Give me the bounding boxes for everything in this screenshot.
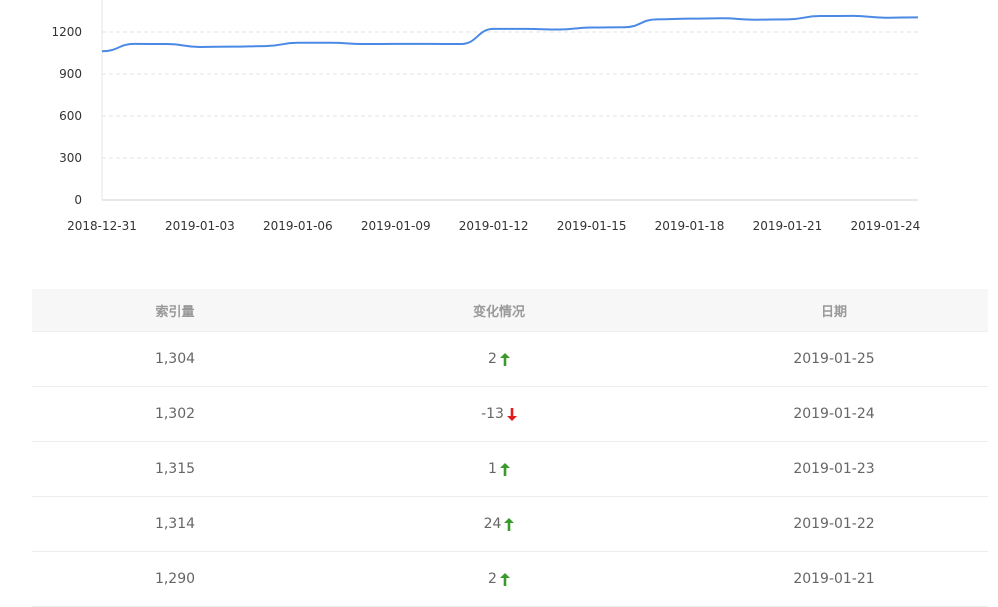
x-tick-label: 2019-01-24 xyxy=(850,219,920,233)
x-tick-label: 2019-01-21 xyxy=(753,219,823,233)
table-row: 1,314 24 2019-01-22 xyxy=(32,496,988,552)
x-tick-label: 2019-01-03 xyxy=(165,219,235,233)
x-tick-label: 2019-01-06 xyxy=(263,219,333,233)
y-tick-label: 900 xyxy=(59,67,82,81)
index-count-cell: 1,302 xyxy=(32,386,318,442)
change-cell: 24 xyxy=(318,496,680,552)
y-tick-label: 1200 xyxy=(51,25,82,39)
date-cell: 2019-01-22 xyxy=(680,496,988,552)
table-row: 1,304 2 2019-01-25 xyxy=(32,331,988,387)
table-header-row: 索引量 变化情况 日期 xyxy=(32,289,988,332)
index-count-cell: 1,290 xyxy=(32,551,318,607)
table-row: 1,302 -13 2019-01-24 xyxy=(32,386,988,442)
date-cell: 2019-01-24 xyxy=(680,386,988,442)
index-count-cell: 1,304 xyxy=(32,331,318,387)
table-row: 1,290 2 2019-01-21 xyxy=(32,551,988,607)
table-row: 1,315 1 2019-01-23 xyxy=(32,441,988,497)
change-cell: 2 xyxy=(318,551,680,607)
arrow-up-icon xyxy=(504,517,515,531)
change-value: 2 xyxy=(488,571,497,587)
y-tick-label: 600 xyxy=(59,109,82,123)
arrow-up-icon xyxy=(499,462,510,476)
x-tick-label: 2019-01-12 xyxy=(459,219,529,233)
y-tick-label: 0 xyxy=(74,193,82,207)
index-volume-table: 索引量 变化情况 日期 1,304 2 2019-01-25 1,302 -13 xyxy=(32,289,988,607)
date-cell: 2019-01-21 xyxy=(680,551,988,607)
change-cell: 2 xyxy=(318,331,680,387)
header-index-count[interactable]: 索引量 xyxy=(32,289,318,332)
y-tick-label: 300 xyxy=(59,151,82,165)
x-tick-label: 2019-01-09 xyxy=(361,219,431,233)
x-tick-label: 2018-12-31 xyxy=(67,219,137,233)
line-chart-svg: 0 300 600 900 1200 2018-12-31 2019-01-03 2019-0… xyxy=(51,0,920,233)
date-cell: 2019-01-25 xyxy=(680,331,988,387)
date-cell: 2019-01-23 xyxy=(680,441,988,497)
x-tick-label: 2019-01-18 xyxy=(655,219,725,233)
index-volume-chart: 0 300 600 900 1200 2018-12-31 2019-01-03 2019-0… xyxy=(0,0,998,250)
change-value: 1 xyxy=(488,461,497,477)
change-value: 24 xyxy=(483,516,502,532)
index-count-cell: 1,315 xyxy=(32,441,318,497)
index-count-cell: 1,314 xyxy=(32,496,318,552)
change-value: -13 xyxy=(481,406,504,422)
x-tick-label: 2019-01-15 xyxy=(557,219,627,233)
arrow-up-icon xyxy=(499,352,510,366)
change-value: 2 xyxy=(488,351,497,367)
change-cell: 1 xyxy=(318,441,680,497)
header-change[interactable]: 变化情况 xyxy=(318,289,680,332)
header-date[interactable]: 日期 xyxy=(680,289,988,332)
series-line xyxy=(101,14,919,53)
arrow-down-icon xyxy=(506,407,517,421)
arrow-up-icon xyxy=(499,572,510,586)
change-cell: -13 xyxy=(318,386,680,442)
